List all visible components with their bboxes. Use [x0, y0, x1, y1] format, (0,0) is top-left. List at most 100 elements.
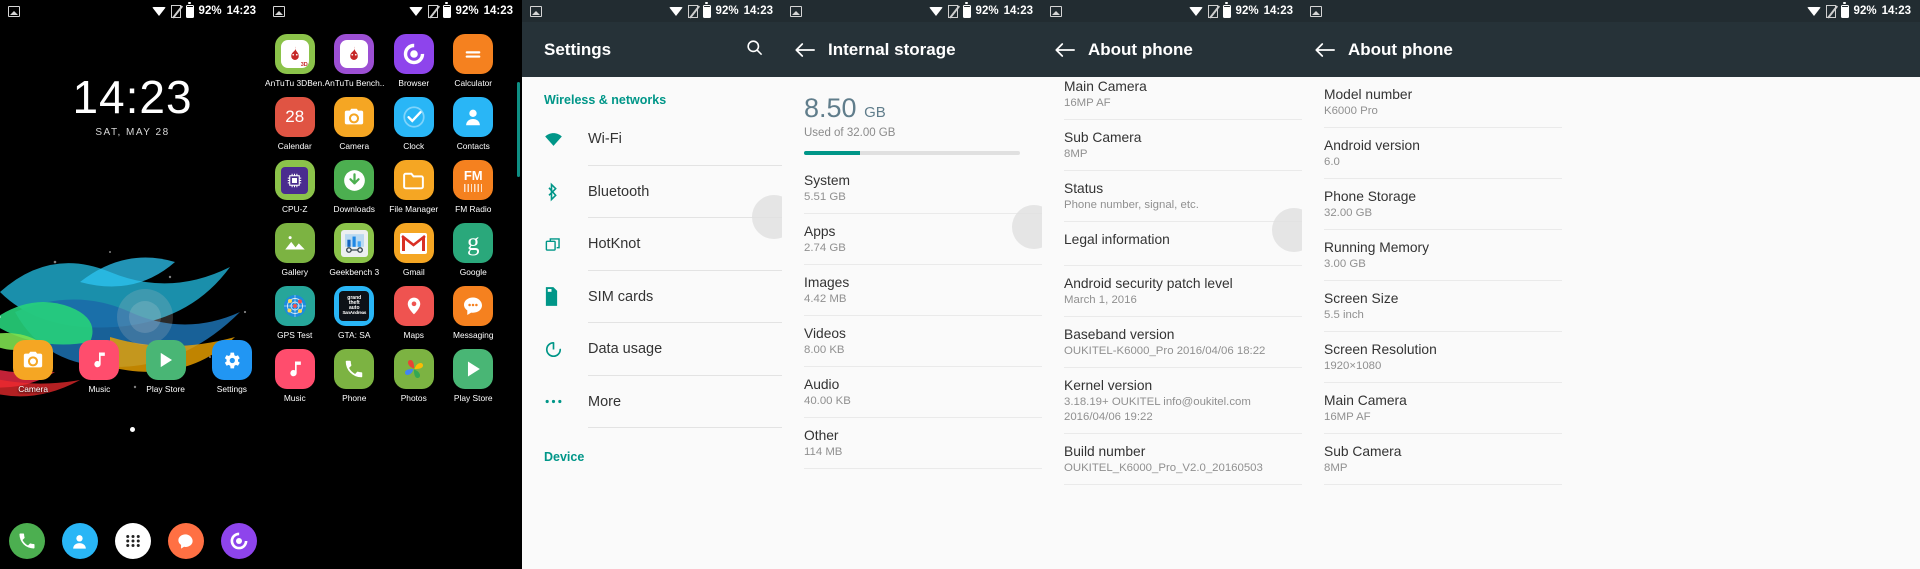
- about-row-sub-camera[interactable]: Sub Camera 8MP: [1042, 120, 1302, 172]
- dock-item-settings[interactable]: Settings: [199, 340, 265, 394]
- status-bar: 92% 14:23: [1042, 0, 1302, 22]
- about-row-main-camera[interactable]: Main Camera 16MP AF: [1042, 77, 1302, 121]
- browser-nav-icon[interactable]: [220, 523, 257, 559]
- app-item-calendar[interactable]: 28 Calendar: [265, 97, 325, 151]
- app-item-gps-test[interactable]: GPS Test: [265, 286, 325, 340]
- settings-row-bluetooth[interactable]: Bluetooth: [522, 166, 782, 219]
- back-arrow-icon[interactable]: [1302, 42, 1348, 58]
- wifi-icon: [1806, 6, 1821, 16]
- settings-row-sim-cards[interactable]: SIM cards: [522, 271, 782, 324]
- app-item-messaging[interactable]: Messaging: [444, 286, 504, 340]
- about-row-value: March 1, 2016: [1064, 294, 1137, 307]
- settings-row-data-usage[interactable]: Data usage: [522, 323, 782, 376]
- app-item-file-manager[interactable]: File Manager: [384, 160, 444, 214]
- about-row-value: 3.18.19+ OUKITEL info@oukitel.com 2016/0…: [1064, 396, 1251, 424]
- about-row-build-number[interactable]: Build number OUKITEL_K6000_Pro_V2.0_2016…: [1042, 434, 1302, 486]
- file-manager-icon: [393, 160, 434, 200]
- about-row-kernel-version[interactable]: Kernel version 3.18.19+ OUKITEL info@ouk…: [1042, 368, 1302, 435]
- about-row-running-memory[interactable]: Running Memory 3.00 GB: [1302, 230, 1562, 282]
- about-appbar: About phone: [1042, 22, 1302, 77]
- status-bar-right: 92% 14:23: [928, 1, 1042, 18]
- home-wallpaper: 14:23 SAT, MAY 28 Camera Music Play Stor…: [0, 22, 265, 569]
- home-clock-time: 14:23: [72, 71, 193, 123]
- app-item-contacts[interactable]: Contacts: [444, 97, 504, 151]
- page-title: Internal storage: [828, 39, 956, 59]
- storage-row-videos[interactable]: Videos 8.00 KB: [782, 316, 1042, 367]
- app-label: Geekbench 3: [329, 267, 380, 277]
- phone-screen-internal-storage: 92% 14:23 Internal storage 8.50 GB Used …: [782, 0, 1042, 569]
- back-arrow-icon[interactable]: [1042, 42, 1088, 58]
- app-item-antutu-3d[interactable]: 3D AnTuTu 3DBen..: [265, 34, 325, 88]
- settings-row-more[interactable]: More: [522, 376, 782, 429]
- app-label: Gallery: [281, 267, 309, 277]
- app-item-play-store[interactable]: Play Store: [444, 349, 504, 403]
- messaging-nav-icon[interactable]: [167, 523, 204, 559]
- about-row-security-patch[interactable]: Android security patch level March 1, 20…: [1042, 266, 1302, 318]
- app-item-downloads[interactable]: Downloads: [325, 160, 385, 214]
- app-item-geekbench[interactable]: Geekbench 3: [325, 223, 385, 277]
- back-arrow-icon[interactable]: [782, 42, 828, 58]
- about-row-sub-camera[interactable]: Sub Camera 8MP: [1302, 434, 1562, 486]
- about-row-legal-information[interactable]: Legal information: [1042, 222, 1302, 267]
- app-drawer: 3D AnTuTu 3DBen.. AnTuTu Bench.. Browser: [265, 22, 522, 569]
- storage-row-audio[interactable]: Audio 40.00 KB: [782, 367, 1042, 418]
- about-row-screen-size[interactable]: Screen Size 5.5 inch: [1302, 281, 1562, 333]
- about-row-key: Screen Resolution: [1324, 342, 1437, 358]
- app-drawer-nav-icon[interactable]: [114, 523, 151, 559]
- about-row-status[interactable]: Status Phone number, signal, etc.: [1042, 171, 1302, 223]
- settings-row-wifi[interactable]: Wi-Fi: [522, 113, 782, 166]
- contacts-nav-icon[interactable]: [61, 523, 98, 559]
- bluetooth-icon: [544, 182, 588, 202]
- about-row-model-number[interactable]: Model number K6000 Pro: [1302, 77, 1562, 129]
- app-item-phone[interactable]: Phone: [325, 349, 385, 403]
- battery-percent: 92%: [198, 5, 222, 17]
- app-item-google[interactable]: g Google: [444, 223, 504, 277]
- app-item-cpu-z[interactable]: CPU-Z: [265, 160, 325, 214]
- photos-icon: [393, 349, 434, 389]
- clock-icon: [393, 97, 434, 137]
- dock-item-play-store[interactable]: Play Store: [133, 340, 199, 394]
- phone-screen-about-phone-a: 92% 14:23 About phone Main Camera 16MP A…: [1042, 0, 1302, 569]
- dock-label: Music: [88, 384, 111, 394]
- search-icon[interactable]: [745, 38, 764, 62]
- storage-row-value: 5.51 GB: [804, 190, 846, 203]
- status-bar-left: [782, 5, 802, 17]
- about-row-main-camera[interactable]: Main Camera 16MP AF: [1302, 383, 1562, 435]
- app-item-gta-sa[interactable]: grand theft auto SanAndreas GTA: SA: [325, 286, 385, 340]
- about-row-phone-storage[interactable]: Phone Storage 32.00 GB: [1302, 179, 1562, 231]
- browser-icon: [393, 34, 434, 74]
- settings-row-hotknot[interactable]: HotKnot: [522, 218, 782, 271]
- app-item-gallery[interactable]: Gallery: [265, 223, 325, 277]
- status-bar-right: 92% 14:23: [1806, 1, 1920, 18]
- app-item-clock[interactable]: Clock: [384, 97, 444, 151]
- app-item-antutu[interactable]: AnTuTu Bench..: [325, 34, 384, 88]
- app-item-gmail[interactable]: Gmail: [384, 223, 444, 277]
- storage-row-other[interactable]: Other 114 MB: [782, 418, 1042, 469]
- phone-nav-icon[interactable]: [8, 523, 45, 559]
- storage-row-system[interactable]: System 5.51 GB: [782, 161, 1042, 214]
- maps-icon: [393, 286, 434, 326]
- about-row-screen-resolution[interactable]: Screen Resolution 1920×1080: [1302, 332, 1562, 384]
- storage-row-apps[interactable]: Apps 2.74 GB: [782, 214, 1042, 265]
- app-item-maps[interactable]: Maps: [384, 286, 444, 340]
- app-item-calculator[interactable]: Calculator: [444, 34, 504, 88]
- about-row-value: K6000 Pro: [1324, 105, 1378, 117]
- dock-item-music[interactable]: Music: [66, 340, 132, 394]
- app-drawer-scrollbar[interactable]: [517, 82, 520, 177]
- app-item-browser[interactable]: Browser: [384, 34, 444, 88]
- app-item-music[interactable]: Music: [265, 349, 325, 403]
- app-item-fm-radio[interactable]: FM FM Radio: [444, 160, 504, 214]
- storage-row-value: 114 MB: [804, 445, 843, 458]
- battery-percent: 92%: [715, 5, 739, 17]
- status-bar-drawer: 92% 14:23: [265, 0, 522, 22]
- dock-item-camera[interactable]: Camera: [0, 340, 66, 394]
- about-row-android-version[interactable]: Android version 6.0: [1302, 128, 1562, 180]
- about-row-value: OUKITEL-K6000_Pro 2016/04/06 18:22: [1064, 345, 1266, 358]
- battery-percent: 92%: [1853, 5, 1877, 17]
- about-row-baseband-version[interactable]: Baseband version OUKITEL-K6000_Pro 2016/…: [1042, 317, 1302, 369]
- storage-used-of: Used of 32.00 GB: [804, 127, 896, 139]
- app-item-photos[interactable]: Photos: [384, 349, 444, 403]
- app-item-camera[interactable]: Camera: [325, 97, 385, 151]
- no-sim-icon: [1207, 4, 1218, 18]
- storage-row-images[interactable]: Images 4.42 MB: [782, 265, 1042, 316]
